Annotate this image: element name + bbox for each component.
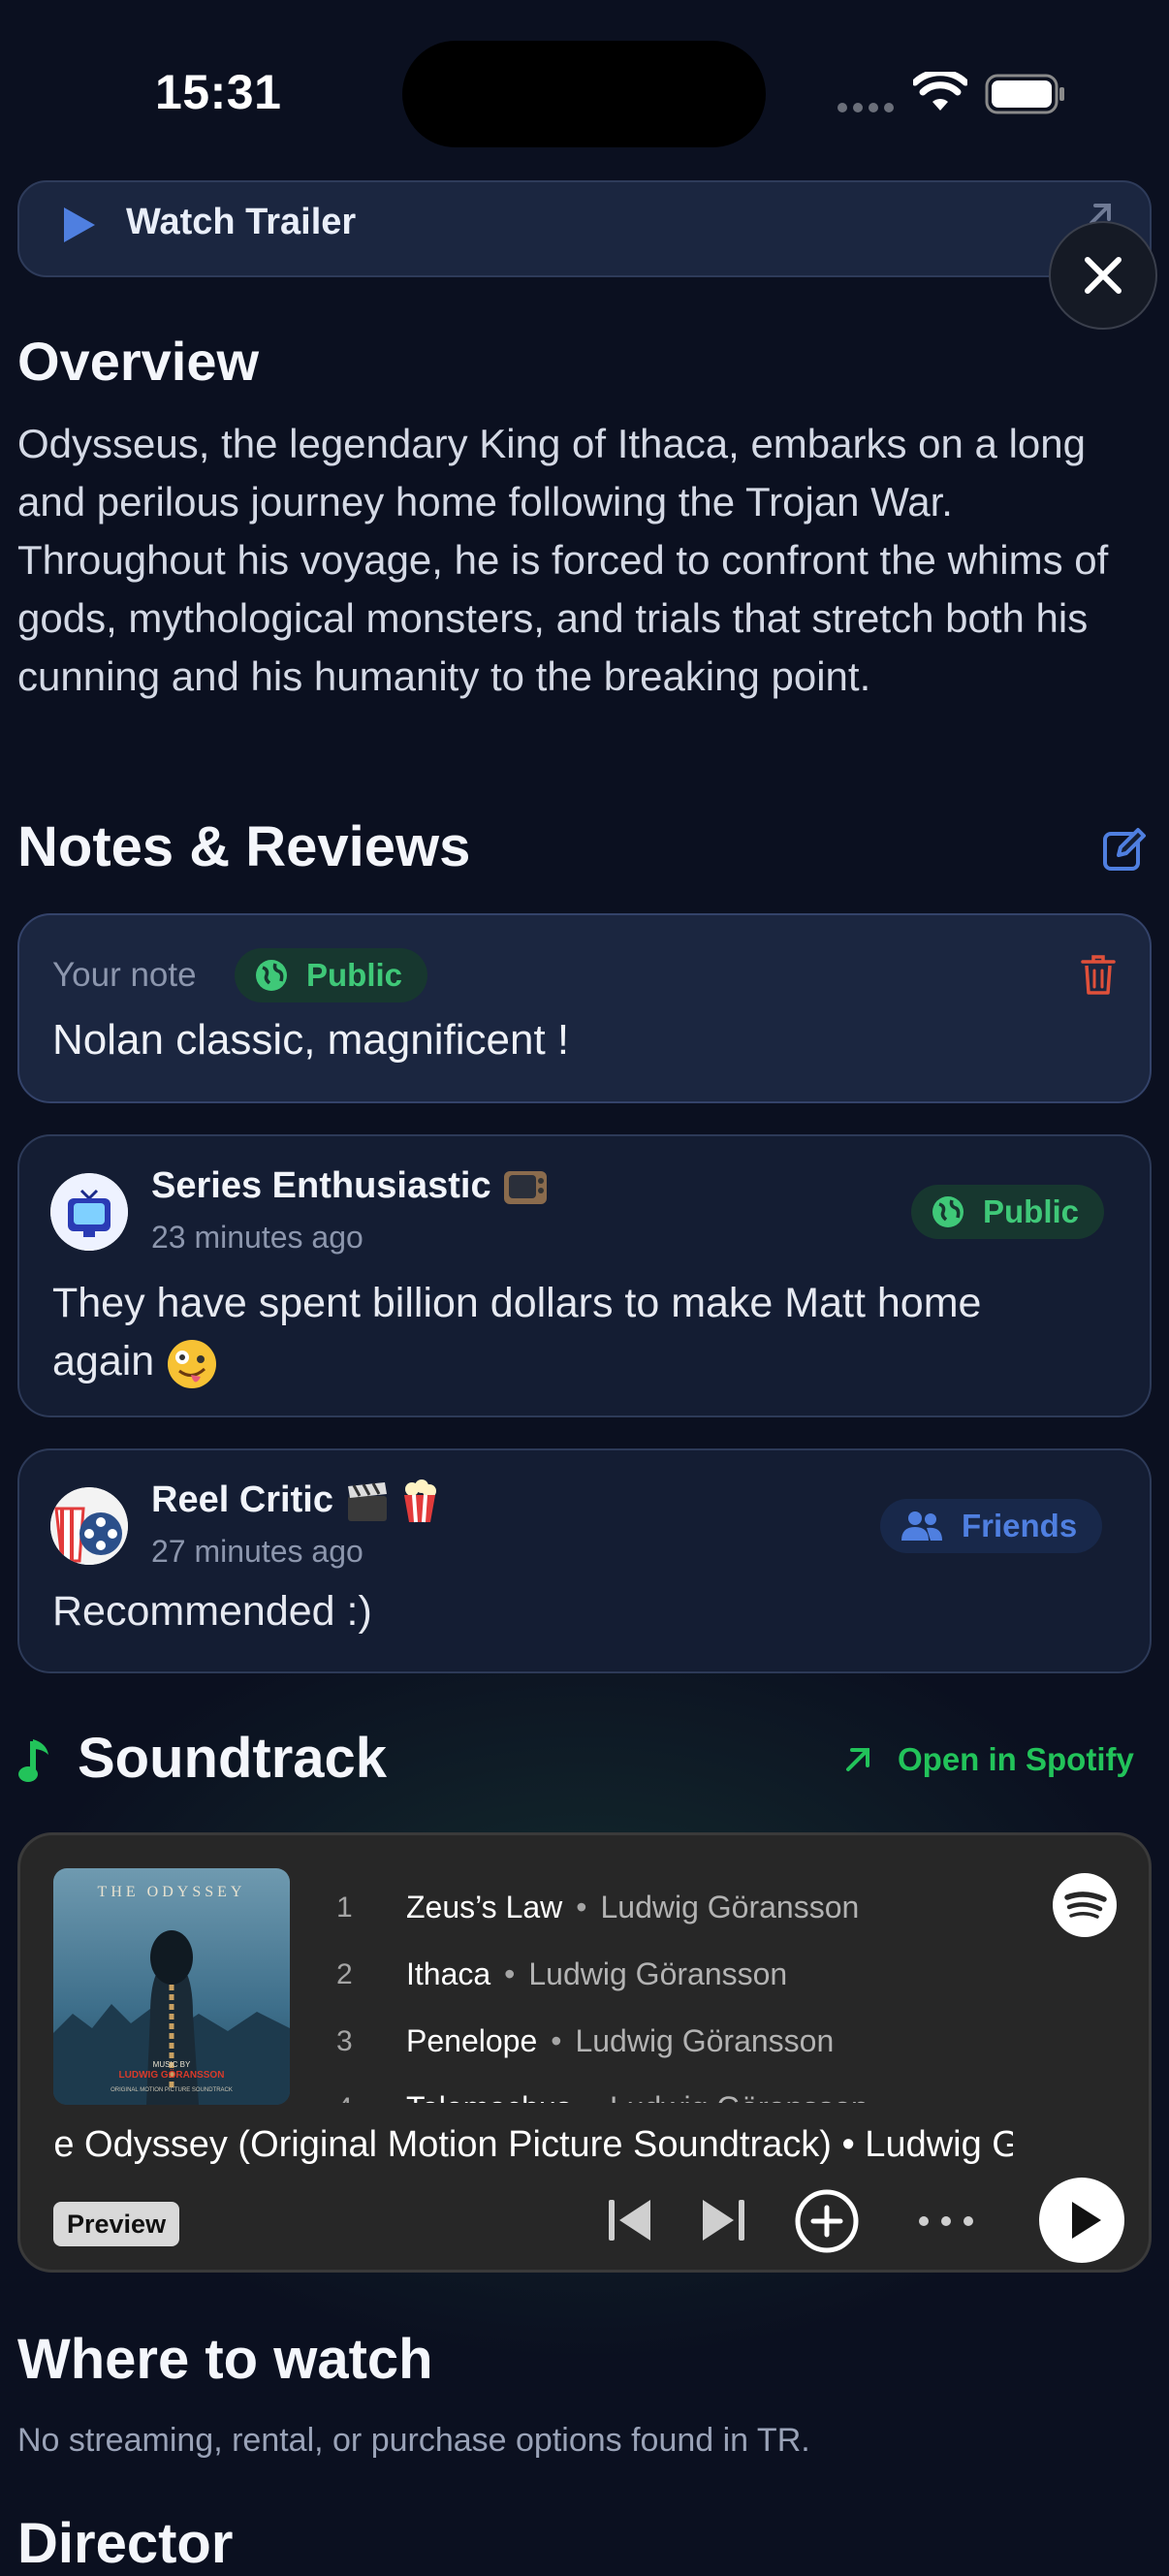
overview-text: Odysseus, the legendary King of Ithaca, … [17,421,1109,699]
cellular-signal-icon [837,103,894,112]
visibility-label: Friends [962,1508,1078,1543]
track-row[interactable]: 2 Ithaca • Ludwig Göransson [331,1941,1028,2008]
popcorn-icon [404,1479,437,1523]
add-to-library-icon[interactable] [794,2188,860,2254]
close-icon [1085,257,1122,294]
review-time: 23 minutes ago [151,1220,363,1255]
tv-icon [504,1171,548,1204]
open-in-spotify-label: Open in Spotify [898,1741,1134,1777]
spotify-embed-player[interactable]: THE ODYSSEY MUSIC BY LUDWIG GÖRANSSON OR… [17,1832,1152,2273]
visibility-label: Public [306,957,403,993]
friends-icon [901,1511,942,1541]
wifi-icon [913,72,967,111]
cover-series-text: THE ODYSSEY [97,1884,246,1900]
music-note-icon [18,1739,48,1782]
soundtrack-title: Soundtrack [78,1727,388,1790]
visibility-badge-public: Public [235,948,428,1002]
cover-composer-text: LUDWIG GÖRANSSON [118,2070,225,2081]
globe-icon [256,960,287,991]
play-icon [64,207,95,242]
open-in-spotify-link[interactable]: Open in Spotify [843,1741,1134,1778]
preview-tag: Preview [53,2202,180,2246]
clapper-board-icon [347,1482,387,1521]
album-title-scrolling: The Odyssey (Original Motion Picture Sou… [53,2124,1013,2165]
album-cover[interactable]: THE ODYSSEY MUSIC BY LUDWIG GÖRANSSON OR… [53,1868,290,2105]
track-row[interactable]: 1 Zeus’s Law • Ludwig Göransson [331,1874,1028,1941]
more-options-icon[interactable] [916,2213,976,2229]
review-card[interactable]: Series Enthusiastic 23 minutes ago Publi… [17,1134,1152,1417]
edit-note-icon[interactable] [1101,826,1148,873]
watch-trailer-label: Watch Trailer [126,202,357,242]
notes-reviews-title: Notes & Reviews [17,815,471,878]
review-time: 27 minutes ago [151,1534,363,1569]
visibility-label: Public [983,1193,1080,1229]
play-button-icon[interactable] [1038,2177,1125,2264]
visibility-badge-friends: Friends [880,1499,1103,1553]
track-row[interactable]: 3 Penelope • Ludwig Göransson [331,2008,1028,2075]
watch-trailer-button[interactable]: Watch Trailer [17,180,1152,277]
my-note-card[interactable]: Your note Public Nolan classic, magnific… [17,913,1152,1103]
reviewer-name: Series Enthusiastic [151,1165,550,1210]
reviewer-name: Reel Critic [151,1479,439,1524]
note-label: Your note [52,956,197,994]
arrow-up-right-icon [846,1748,869,1771]
cover-subtitle-text: ORIGINAL MOTION PICTURE SOUNDTRACK [111,2087,233,2093]
tv-avatar-icon [50,1173,128,1251]
track-list: 1 Zeus’s Law • Ludwig Göransson 2 Ithaca • Lud… [331,1874,1028,2103]
close-button[interactable] [1049,221,1157,330]
where-to-watch-text: No streaming, rental, or purchase option… [17,2422,810,2459]
skip-next-icon[interactable] [699,2196,747,2244]
track-row[interactable]: 4Telemachus•Ludwig Göransson [331,2075,1028,2103]
battery-icon [985,74,1064,114]
dynamic-island [402,41,766,147]
note-text: Nolan classic, magnificent ! [52,1016,570,1064]
cover-credit-text: MUSIC BY [152,2060,191,2069]
zany-face-emoji-icon [168,1339,217,1388]
skip-previous-icon[interactable] [606,2196,654,2244]
review-card[interactable]: Reel Critic 27 minutes ago Friends Recom… [17,1448,1152,1673]
globe-icon [932,1196,964,1227]
where-to-watch-title: Where to watch [17,2328,433,2391]
spotify-logo-icon[interactable] [1052,1872,1118,1938]
review-text: They have spent billion dollars to make … [52,1274,1022,1390]
visibility-badge-public: Public [911,1185,1105,1239]
review-text: Recommended :) [52,1588,372,1635]
delete-trash-icon[interactable] [1080,954,1117,997]
director-section-title: Director [17,2512,234,2575]
film-reel-avatar-icon [50,1487,128,1565]
overview-title: Overview [17,331,260,392]
status-time: 15:31 [155,65,282,119]
